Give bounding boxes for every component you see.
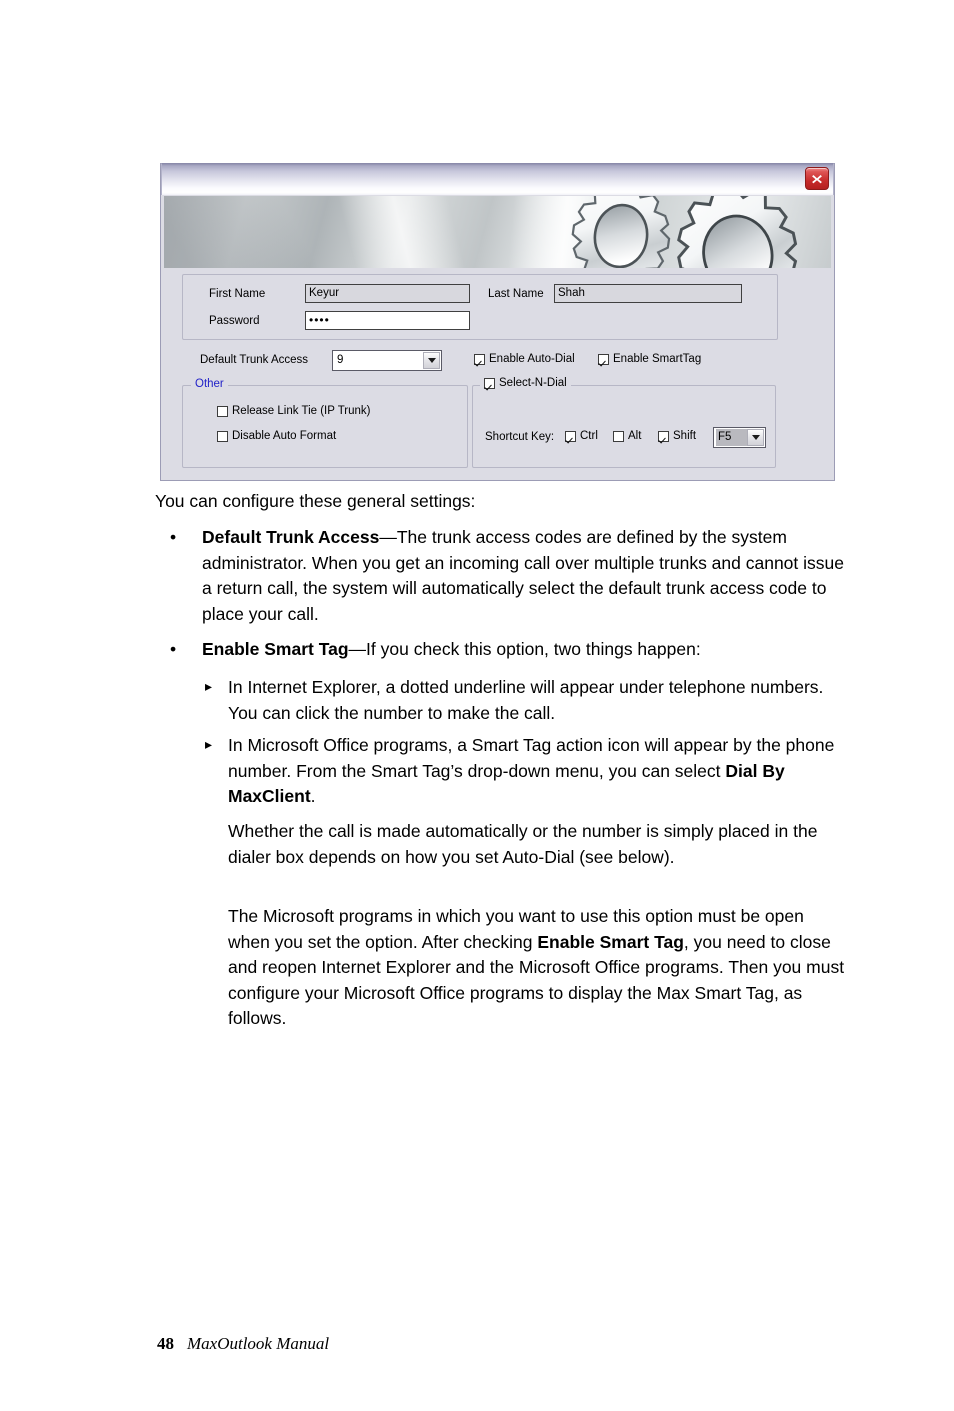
alt-label: Alt: [628, 430, 642, 442]
paragraph: Whether the call is made automatically o…: [228, 821, 818, 867]
bullet-marker: •: [170, 527, 177, 547]
select-n-dial-label: Select-N-Dial: [499, 377, 567, 389]
settings-dialog-screenshot: First Name Keyur Last Name Shah Password…: [160, 163, 835, 481]
checkbox-box: [217, 430, 228, 442]
password-label: Password: [209, 315, 260, 327]
checkbox-box: [217, 405, 228, 417]
bullet-marker: •: [170, 639, 177, 659]
ctrl-checkbox[interactable]: Ctrl: [565, 430, 598, 442]
sub-list-item: ▸ In Microsoft Office programs, a Smart …: [205, 733, 845, 810]
chevron-down-icon[interactable]: [747, 429, 764, 446]
shortcut-key-label: Shortcut Key:: [485, 431, 555, 443]
other-group: Other Release Link Tie (IP Trunk) Disabl…: [182, 378, 468, 468]
name-panel: First Name Keyur Last Name Shah Password…: [182, 274, 778, 340]
select-n-dial-group: Select-N-Dial Shortcut Key: Ctrl Alt Shi…: [472, 377, 776, 468]
dialog-titlebar: [161, 163, 834, 195]
list-item: • Enable Smart Tag—If you check this opt…: [170, 637, 845, 663]
dialog-content: First Name Keyur Last Name Shah Password…: [164, 268, 831, 477]
sub-bullet-text-after: .: [310, 786, 316, 807]
checkbox-box: [474, 353, 485, 365]
release-link-tie-label: Release Link Tie (IP Trunk): [232, 405, 371, 417]
shift-label: Shift: [673, 430, 697, 442]
sub-list-item: ▸ In Internet Explorer, a dotted underli…: [205, 675, 845, 726]
release-link-tie-checkbox[interactable]: Release Link Tie (IP Trunk): [217, 405, 371, 417]
general-settings-dialog: First Name Keyur Last Name Shah Password…: [160, 163, 835, 481]
default-trunk-access-label: Default Trunk Access: [200, 354, 309, 366]
dialog-banner: [164, 196, 831, 268]
checkbox-box: [565, 430, 576, 442]
shortcut-key-select[interactable]: F5: [713, 427, 766, 448]
document-title: MaxOutlook Manual: [187, 1334, 330, 1353]
enable-auto-dial-label: Enable Auto-Dial: [489, 353, 575, 365]
checkbox-box: [658, 430, 669, 442]
shift-checkbox[interactable]: Shift: [658, 430, 696, 442]
paragraph-term: Enable Smart Tag: [537, 931, 684, 952]
last-name-label: Last Name: [488, 288, 544, 300]
last-name-input[interactable]: Shah: [554, 284, 742, 303]
checkbox-box: [484, 377, 495, 389]
disable-auto-format-label: Disable Auto Format: [232, 430, 337, 442]
default-trunk-access-select[interactable]: 9: [332, 350, 442, 371]
triangle-marker: ▸: [205, 678, 213, 694]
enable-smarttag-label: Enable SmartTag: [613, 353, 702, 365]
gears-graphic: [564, 196, 810, 268]
close-icon[interactable]: [805, 167, 829, 190]
page-footer: 48 MaxOutlook Manual: [157, 1334, 329, 1354]
alt-checkbox[interactable]: Alt: [613, 430, 641, 442]
select-n-dial-checkbox[interactable]: Select-N-Dial: [480, 377, 571, 389]
page-number: 48: [157, 1334, 174, 1353]
bullet-term: Enable Smart Tag: [202, 639, 349, 659]
ctrl-label: Ctrl: [580, 430, 598, 442]
paragraph: The Microsoft programs in which you want…: [228, 904, 845, 1032]
shortcut-key-value: F5: [716, 429, 750, 446]
intro-text: You can configure these general settings…: [155, 491, 476, 511]
enable-auto-dial-checkbox[interactable]: Enable Auto-Dial: [474, 353, 575, 365]
checkbox-box: [613, 430, 624, 442]
bullet-text: —If you check this option, two things ha…: [348, 639, 701, 659]
password-input[interactable]: ••••: [305, 311, 470, 330]
enable-smarttag-checkbox[interactable]: Enable SmartTag: [598, 353, 701, 365]
triangle-marker: ▸: [205, 736, 213, 752]
sub-bullet-text: In Internet Explorer, a dotted underline…: [228, 677, 824, 723]
first-name-label: First Name: [209, 288, 266, 300]
checkbox-box: [598, 353, 609, 365]
default-trunk-access-value: 9: [337, 354, 344, 366]
other-group-legend: Other: [191, 378, 228, 390]
disable-auto-format-checkbox[interactable]: Disable Auto Format: [217, 430, 336, 442]
first-name-input[interactable]: Keyur: [305, 284, 470, 303]
chevron-down-icon[interactable]: [423, 352, 440, 369]
bullet-term: Default Trunk Access: [202, 527, 380, 547]
list-item: • Default Trunk Access—The trunk access …: [170, 525, 845, 627]
